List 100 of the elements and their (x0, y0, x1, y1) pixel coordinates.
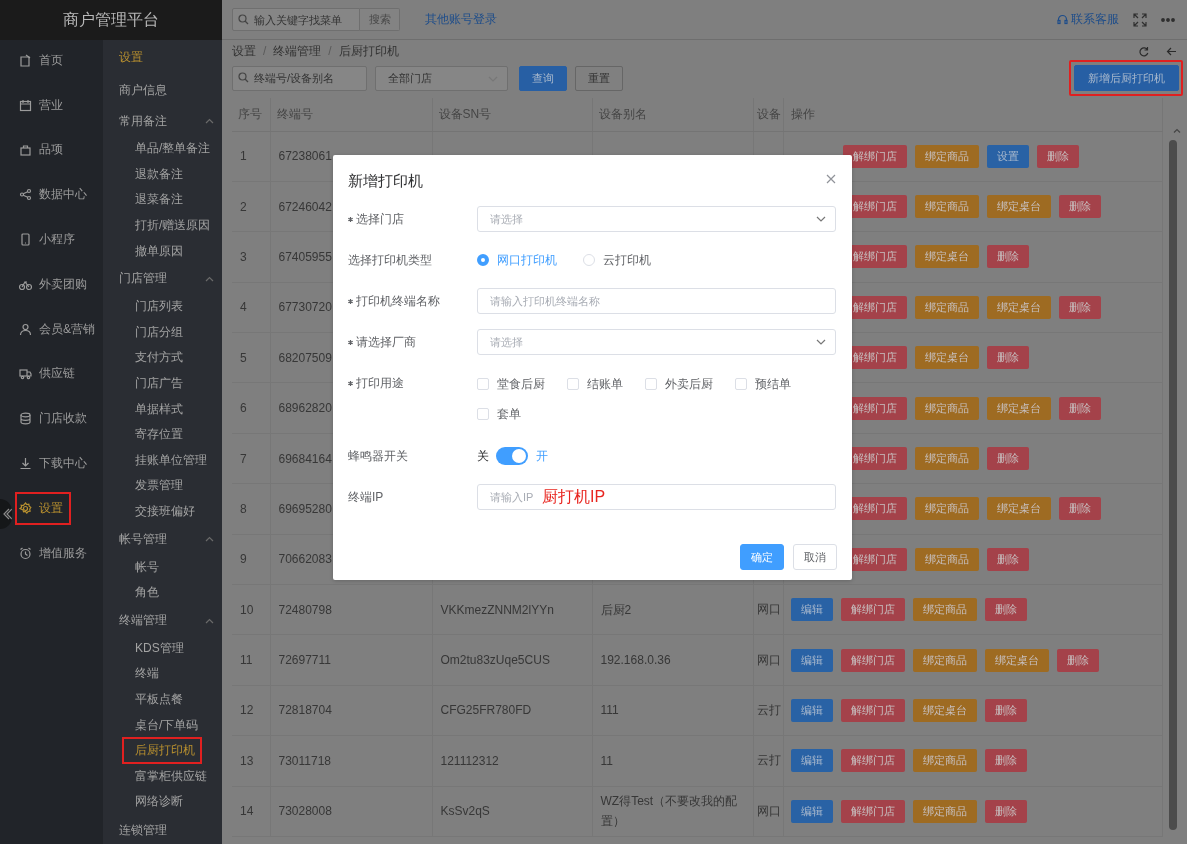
submenu-item[interactable]: 连锁管理 (119, 814, 167, 844)
nav-item[interactable]: 门店收款 (0, 396, 100, 442)
radio-option[interactable]: 网口打印机 (477, 251, 557, 269)
select-field[interactable]: 请选择 (477, 329, 836, 355)
action-button[interactable]: 删除 (1058, 295, 1101, 319)
action-button[interactable]: 绑定桌台 (914, 245, 979, 269)
submenu-group[interactable]: 帐号管理 (119, 524, 216, 555)
submenu-item[interactable]: 终端 (119, 661, 159, 687)
action-button[interactable]: 绑定桌台 (986, 497, 1051, 521)
submenu-item[interactable]: 寄存位置 (119, 421, 183, 448)
action-button[interactable]: 绑定商品 (914, 195, 979, 219)
action-button[interactable]: 绑定商品 (912, 749, 977, 773)
confirm-button[interactable]: 确定 (740, 544, 784, 570)
nav-item[interactable]: 增值服务 (0, 530, 100, 576)
submenu-item[interactable]: 桌台/下单码 (119, 712, 199, 738)
submenu-group[interactable]: 常用备注 (119, 106, 216, 136)
action-button[interactable]: 设置 (986, 144, 1029, 168)
submenu-item[interactable]: 门店列表 (119, 293, 183, 320)
action-button[interactable]: 绑定桌台 (984, 648, 1049, 672)
action-button[interactable]: 解绑门店 (840, 648, 905, 672)
submenu-item[interactable]: 单品/整单备注 (119, 136, 211, 162)
submenu-item[interactable]: 富掌柜供应链 (119, 763, 207, 790)
action-button[interactable]: 绑定商品 (914, 295, 979, 319)
search-field[interactable]: 输入关键字找菜单 (232, 8, 360, 31)
action-button[interactable]: 绑定商品 (914, 396, 979, 420)
nav-item[interactable]: 供应链 (0, 351, 100, 397)
submenu-item[interactable]: 门店分组 (119, 319, 183, 346)
store-select[interactable]: 全部门店 (375, 65, 508, 91)
submenu-item[interactable]: 打折/赠送原因 (119, 212, 211, 239)
checkbox[interactable]: 堂食后厨 (477, 377, 545, 391)
action-button[interactable]: 解绑门店 (842, 144, 907, 168)
action-button[interactable]: 删除 (986, 447, 1029, 471)
action-button[interactable]: 删除 (1056, 648, 1099, 672)
action-button[interactable]: 删除 (984, 799, 1027, 823)
submenu-item[interactable]: KDS管理 (119, 635, 184, 662)
action-button[interactable]: 删除 (1058, 195, 1101, 219)
action-button[interactable]: 删除 (984, 749, 1027, 773)
action-button[interactable]: 绑定桌台 (986, 295, 1051, 319)
checkbox[interactable]: 预结单 (735, 377, 791, 391)
action-button[interactable]: 绑定桌台 (986, 195, 1051, 219)
action-button[interactable]: 绑定桌台 (914, 346, 979, 370)
submenu-item[interactable]: 后厨打印机 (123, 737, 201, 764)
breadcrumb-item[interactable]: 设置 (232, 42, 256, 60)
action-button[interactable]: 绑定商品 (914, 547, 979, 571)
action-button[interactable]: 编辑 (790, 799, 833, 823)
nav-item[interactable]: 小程序 (0, 217, 100, 262)
action-button[interactable]: 解绑门店 (840, 598, 905, 622)
nav-item[interactable]: 首页 (0, 38, 100, 83)
checkbox[interactable]: 外卖后厨 (645, 377, 713, 391)
nav-item[interactable]: 下载中心 (0, 441, 100, 486)
action-button[interactable]: 绑定商品 (914, 144, 979, 168)
toggle-switch[interactable] (496, 447, 528, 465)
submenu-item[interactable]: 撤单原因 (119, 238, 183, 264)
scrollbar[interactable] (1169, 140, 1177, 830)
submenu-item[interactable]: 帐号 (119, 554, 159, 580)
action-button[interactable]: 删除 (984, 699, 1027, 722)
action-button[interactable]: 删除 (986, 245, 1029, 269)
select-field[interactable]: 请选择 (477, 206, 836, 232)
action-button[interactable]: 删除 (986, 547, 1029, 571)
add-printer-button[interactable]: 新增后厨打印机 (1074, 65, 1179, 91)
action-button[interactable]: 绑定商品 (912, 598, 977, 622)
link[interactable]: 其他账号登录 (425, 11, 497, 28)
search-button[interactable]: 搜索 (360, 8, 400, 31)
action-button[interactable]: 删除 (1058, 396, 1101, 420)
close-button[interactable] (826, 173, 836, 184)
support-link[interactable]: 联系客服 (1057, 11, 1119, 28)
submenu-group[interactable]: 门店管理 (119, 263, 216, 294)
action-button[interactable]: 删除 (1058, 497, 1101, 521)
submenu-item[interactable]: 退款备注 (119, 161, 183, 188)
input-field[interactable]: 请输入打印机终端名称 (477, 288, 836, 314)
checkbox[interactable]: 结账单 (567, 377, 623, 391)
submenu-item[interactable]: 挂账单位管理 (119, 447, 207, 474)
reset-button[interactable]: 重置 (575, 65, 623, 91)
submenu-item[interactable]: 角色 (119, 579, 159, 606)
nav-item[interactable]: 外卖团购 (0, 262, 100, 307)
action-button[interactable]: 绑定商品 (912, 648, 977, 672)
submenu-item[interactable]: 门店广告 (119, 370, 183, 397)
submenu-item[interactable]: 网络诊断 (119, 789, 183, 815)
search-field[interactable]: 终端号/设备别名 (232, 65, 367, 91)
submenu-item[interactable]: 商户信息 (119, 74, 167, 106)
checkbox[interactable]: 套单 (477, 407, 521, 421)
action-button[interactable]: 编辑 (790, 699, 833, 722)
action-button[interactable]: 编辑 (790, 648, 833, 672)
query-button[interactable]: 查询 (519, 65, 567, 91)
action-button[interactable]: 解绑门店 (840, 699, 905, 722)
submenu-item[interactable]: 交接班偏好 (119, 498, 195, 525)
submenu-group[interactable]: 终端管理 (119, 605, 216, 636)
submenu-item[interactable]: 支付方式 (119, 345, 183, 371)
submenu-item[interactable]: 平板点餐 (119, 686, 183, 713)
action-button[interactable]: 绑定桌台 (912, 699, 977, 722)
action-button[interactable]: 绑定商品 (914, 447, 979, 471)
nav-item[interactable]: 会员&营销 (0, 306, 100, 352)
submenu-item[interactable]: 退菜备注 (119, 187, 183, 213)
action-button[interactable]: 删除 (984, 598, 1027, 622)
submenu-item[interactable]: 单据样式 (119, 396, 183, 422)
nav-item[interactable]: 营业 (0, 82, 100, 128)
breadcrumb-item[interactable]: 终端管理 (273, 42, 322, 60)
action-button[interactable]: 编辑 (790, 598, 833, 622)
breadcrumb-item[interactable]: 后厨打印机 (338, 42, 399, 60)
action-button[interactable]: 删除 (1036, 144, 1079, 168)
